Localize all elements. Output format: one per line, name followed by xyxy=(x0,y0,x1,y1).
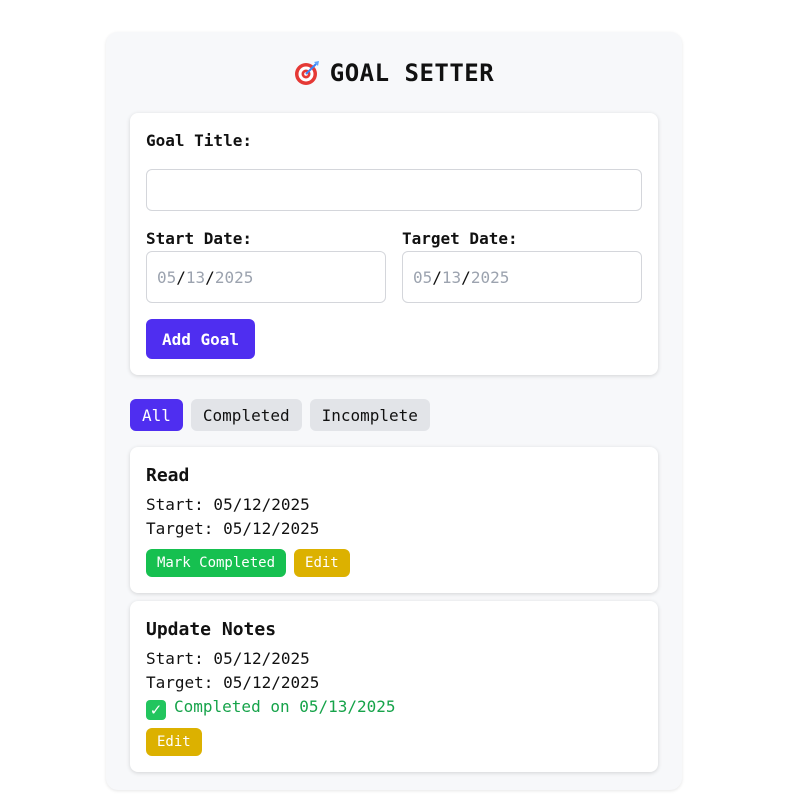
start-date-group: Start Date: 05/13/2025 xyxy=(146,229,386,303)
goal-title-input[interactable] xyxy=(146,169,642,211)
goal-list: Read Start: 05/12/2025 Target: 05/12/202… xyxy=(130,447,658,772)
edit-button[interactable]: Edit xyxy=(294,549,350,577)
filter-all-button[interactable]: All xyxy=(130,399,183,431)
filter-incomplete-button[interactable]: Incomplete xyxy=(309,399,430,431)
page-title-text: GOAL SETTER xyxy=(329,59,495,87)
date-row: Start Date: 05/13/2025 Target Date: 05/1… xyxy=(146,229,642,303)
goal-actions: Edit xyxy=(146,728,642,756)
start-date-input[interactable]: 05/13/2025 xyxy=(146,251,386,303)
date-separator: / xyxy=(432,267,442,287)
target-date-group: Target Date: 05/13/2025 xyxy=(402,229,642,303)
filter-bar: All Completed Incomplete xyxy=(130,399,658,431)
start-date-year: 2025 xyxy=(214,267,254,287)
goal-start-date: Start: 05/12/2025 xyxy=(146,495,310,514)
completed-status: ✓ Completed on 05/13/2025 xyxy=(146,695,642,720)
completed-status-text: Completed on 05/13/2025 xyxy=(174,697,396,716)
date-separator: / xyxy=(461,267,471,287)
goal-title-label: Goal Title: xyxy=(146,131,252,150)
filter-completed-button[interactable]: Completed xyxy=(190,399,302,431)
target-date-day: 13 xyxy=(441,267,462,287)
target-date-year: 2025 xyxy=(470,267,510,287)
goal-card: Read Start: 05/12/2025 Target: 05/12/202… xyxy=(130,447,658,593)
goal-setter-app: GOAL SETTER Goal Title: Start Date: 05/1… xyxy=(106,32,682,790)
edit-button[interactable]: Edit xyxy=(146,728,202,756)
goal-actions: Mark Completed Edit xyxy=(146,549,642,577)
mark-completed-button[interactable]: Mark Completed xyxy=(146,549,287,577)
goal-form: Goal Title: Start Date: 05/13/2025 Targe… xyxy=(130,113,658,375)
goal-target-date: Target: 05/12/2025 xyxy=(146,519,320,538)
target-date-label: Target Date: xyxy=(402,229,518,248)
check-mark-icon: ✓ xyxy=(146,700,166,720)
page-title: GOAL SETTER xyxy=(130,32,658,87)
goal-title: Update Notes xyxy=(146,619,277,640)
start-date-month: 05 xyxy=(157,267,177,287)
goal-card: Update Notes Start: 05/12/2025 Target: 0… xyxy=(130,601,658,772)
add-goal-button[interactable]: Add Goal xyxy=(146,319,256,359)
start-date-label: Start Date: xyxy=(146,229,252,248)
goal-start-date: Start: 05/12/2025 xyxy=(146,649,310,668)
goal-target-date: Target: 05/12/2025 xyxy=(146,673,320,692)
target-date-input[interactable]: 05/13/2025 xyxy=(402,251,642,303)
date-separator: / xyxy=(176,267,186,287)
goal-title: Read xyxy=(146,465,190,486)
date-separator: / xyxy=(205,267,215,287)
target-icon xyxy=(294,61,319,85)
target-date-month: 05 xyxy=(413,267,433,287)
start-date-day: 13 xyxy=(185,267,206,287)
